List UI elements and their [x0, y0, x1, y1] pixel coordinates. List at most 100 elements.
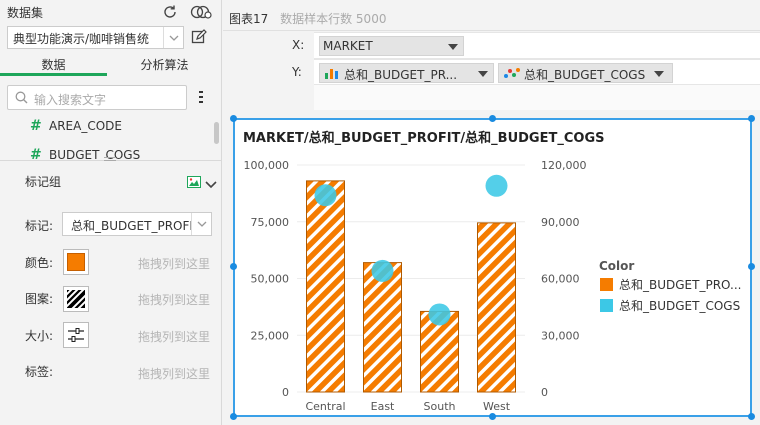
- resize-handle[interactable]: [230, 413, 237, 420]
- dataset-select-value: 典型功能演示/咖啡销售统: [13, 32, 150, 46]
- search-input[interactable]: 输入搜索文字: [7, 85, 187, 110]
- chevron-down-icon[interactable]: [448, 44, 458, 50]
- label-drop-hint: 拖拽列到这里: [138, 367, 211, 381]
- chart-header: 图表17 数据样本行数 5000: [229, 10, 386, 27]
- y-left-tick-label: 100,000: [244, 159, 290, 172]
- mark-label: 标记:: [25, 219, 54, 233]
- resize-handle[interactable]: [748, 115, 755, 122]
- field-item[interactable]: # AREA_CODE: [0, 114, 214, 138]
- x-axis-label: X:: [292, 38, 305, 52]
- scatter-point: [485, 174, 508, 197]
- y-field-label: 总和_BUDGET_COGS: [524, 68, 646, 82]
- chart-title: MARKET/总和_BUDGET_PROFIT/总和_BUDGET_COGS: [243, 130, 604, 146]
- panel-splitter[interactable]: [0, 157, 222, 166]
- left-tabs: 数据 分析算法: [0, 56, 222, 76]
- color-fill: [67, 253, 85, 271]
- x-tick-label: South: [424, 400, 456, 413]
- search-placeholder: 输入搜索文字: [34, 93, 107, 107]
- row-count: 数据样本行数 5000: [280, 12, 387, 26]
- scatter-icon: [503, 67, 521, 82]
- app-window: 数据集 典型功能演示/咖啡销售统 数据 分析算法 输入搜索文字 # AREA_C…: [0, 0, 760, 425]
- splitter-grip-icon[interactable]: [104, 157, 116, 161]
- refresh-icon[interactable]: [161, 3, 179, 21]
- y-right-tick-label: 90,000: [541, 216, 580, 229]
- mark-select[interactable]: 总和_BUDGET_PROFIT: [62, 212, 212, 236]
- empty-drop-row[interactable]: [314, 85, 760, 110]
- y-field-pill[interactable]: 总和_BUDGET_PR...: [319, 63, 494, 83]
- field-name: AREA_CODE: [49, 119, 122, 133]
- mark-select-value: 总和_BUDGET_PROFIT: [71, 219, 191, 233]
- y-left-tick-label: 75,000: [251, 216, 290, 229]
- scatter-point: [428, 303, 451, 326]
- x-drop-zone[interactable]: MARKET: [314, 32, 760, 59]
- x-tick-label: East: [371, 400, 395, 413]
- field-list-scrollbar[interactable]: [214, 122, 219, 144]
- chart-editor: 图表17 数据样本行数 5000 X: MARKET Y: 总和_BUDGET_…: [223, 0, 760, 425]
- bar: [363, 262, 402, 393]
- bar-chart-icon: [324, 67, 340, 82]
- resize-handle[interactable]: [489, 413, 496, 420]
- legend-swatch-profit: [600, 278, 613, 291]
- x-tick-label: Central: [305, 400, 345, 413]
- tab-analysis[interactable]: 分析算法: [107, 56, 222, 76]
- pattern-label: 图案:: [25, 292, 54, 306]
- resize-handle[interactable]: [489, 115, 496, 122]
- chevron-down-icon[interactable]: [654, 71, 664, 77]
- chevron-down-icon[interactable]: [191, 213, 211, 235]
- field-list: # AREA_CODE # BUDGET_COGS: [0, 114, 214, 160]
- chevron-down-icon[interactable]: [163, 27, 183, 48]
- pattern-swatch[interactable]: [63, 286, 89, 312]
- numeric-field-icon: #: [30, 118, 42, 134]
- y-right-tick-label: 30,000: [541, 329, 580, 342]
- color-label: 颜色:: [25, 256, 54, 270]
- chart-card[interactable]: MARKET/总和_BUDGET_PROFIT/总和_BUDGET_COGS 1…: [230, 115, 755, 420]
- dataset-select[interactable]: 典型功能演示/咖啡销售统: [7, 26, 184, 49]
- size-swatch[interactable]: [63, 322, 89, 348]
- resize-handle[interactable]: [230, 115, 237, 122]
- label-label: 标签:: [25, 365, 54, 379]
- y-field-label: 总和_BUDGET_PR...: [344, 68, 458, 82]
- field-name: BUDGET_COGS: [49, 148, 141, 160]
- y-right-tick-label: 0: [541, 386, 548, 399]
- edit-icon[interactable]: [190, 28, 208, 46]
- chevron-down-icon[interactable]: [478, 71, 488, 77]
- resize-handle[interactable]: [230, 263, 237, 270]
- pattern-drop-hint: 拖拽列到这里: [138, 293, 211, 307]
- stripe-pattern-icon: [64, 287, 88, 311]
- mark-group-title: 标记组: [25, 175, 62, 189]
- size-label: 大小:: [25, 329, 54, 343]
- y-left-tick-label: 0: [282, 386, 289, 399]
- y-right-tick-label: 60,000: [541, 273, 580, 286]
- scatter-point: [371, 259, 394, 282]
- y-axis-label: Y:: [292, 65, 302, 79]
- y-left-tick-label: 50,000: [251, 273, 290, 286]
- color-drop-hint: 拖拽列到这里: [138, 257, 211, 271]
- scatter-point: [314, 184, 337, 207]
- legend-label-cogs[interactable]: 总和_BUDGET_COGS: [619, 299, 740, 313]
- combo-chart: MARKET/总和_BUDGET_PROFIT/总和_BUDGET_COGS 1…: [243, 130, 741, 413]
- legend-swatch-cogs: [600, 299, 613, 312]
- mark-image-icon[interactable]: [187, 176, 201, 191]
- size-drop-hint: 拖拽列到这里: [138, 330, 211, 344]
- color-swatch[interactable]: [63, 249, 89, 275]
- dataset-link-icon[interactable]: [188, 3, 214, 21]
- x-field-pill[interactable]: MARKET: [319, 36, 464, 56]
- resize-handle[interactable]: [748, 263, 755, 270]
- legend-title: Color: [599, 259, 634, 273]
- divider: [223, 30, 760, 31]
- y-left-tick-label: 25,000: [251, 329, 290, 342]
- x-field-label: MARKET: [323, 39, 373, 53]
- dataset-header: 数据集: [7, 4, 215, 22]
- y-right-tick-label: 120,000: [541, 159, 587, 172]
- y-drop-zone[interactable]: 总和_BUDGET_PR... 总和_BUDGET_COGS: [314, 59, 760, 85]
- legend-label-profit[interactable]: 总和_BUDGET_PRO...: [619, 278, 741, 292]
- chevron-down-icon[interactable]: [205, 178, 217, 192]
- dataset-label: 数据集: [7, 6, 44, 20]
- bar: [477, 222, 516, 393]
- resize-handle[interactable]: [748, 413, 755, 420]
- chart-name: 图表17: [229, 12, 269, 26]
- tab-data[interactable]: 数据: [0, 56, 107, 76]
- more-vertical-icon[interactable]: [192, 88, 210, 106]
- x-tick-label: West: [483, 400, 511, 413]
- y-field-pill[interactable]: 总和_BUDGET_COGS: [498, 63, 673, 83]
